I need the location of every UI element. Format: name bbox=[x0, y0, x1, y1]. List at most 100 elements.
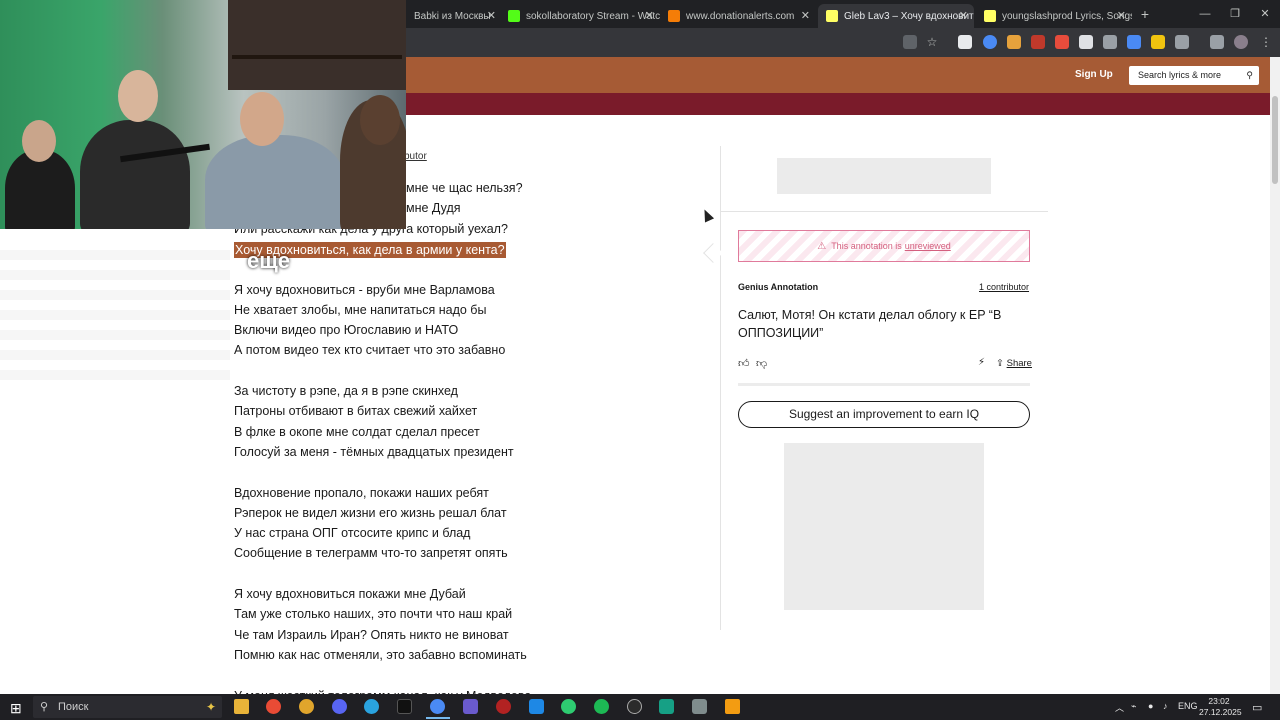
extension-icon-5[interactable] bbox=[1055, 35, 1069, 49]
app-icon-teal[interactable] bbox=[659, 699, 674, 714]
flash-icon[interactable]: ⚡︎ bbox=[978, 357, 985, 368]
extension-icon-6[interactable] bbox=[1079, 35, 1093, 49]
suggest-improvement-button[interactable]: Suggest an improvement to earn IQ bbox=[738, 401, 1030, 428]
camera-extension-icon[interactable] bbox=[1103, 35, 1117, 49]
downvote-icon[interactable]: 👎︎ bbox=[756, 357, 767, 370]
extensions-puzzle-icon[interactable] bbox=[1175, 35, 1189, 49]
lyric-line: Не хватает злобы, мне напитаться надо бы bbox=[234, 302, 487, 317]
app-icon-green[interactable] bbox=[561, 699, 576, 714]
vscode-icon[interactable] bbox=[529, 699, 544, 714]
file-explorer-icon[interactable] bbox=[234, 699, 249, 714]
new-tab-button[interactable]: + bbox=[1137, 4, 1153, 24]
extension-icon-1[interactable] bbox=[958, 35, 972, 49]
app-icon-gray[interactable] bbox=[692, 699, 707, 714]
ad-placeholder-bottom bbox=[784, 443, 984, 610]
tab-close-icon[interactable]: ✕ bbox=[801, 9, 810, 22]
discord-icon[interactable] bbox=[332, 699, 347, 714]
window-close-button[interactable]: ✕ bbox=[1250, 4, 1280, 24]
app-icon-purple[interactable] bbox=[463, 699, 478, 714]
extension-icon-7[interactable] bbox=[1127, 35, 1141, 49]
telegram-icon[interactable] bbox=[364, 699, 379, 714]
search-input[interactable]: Search lyrics & more ⚲ bbox=[1129, 66, 1259, 85]
taskbar-search-label: Поиск bbox=[58, 701, 89, 713]
warning-icon: ⚠ bbox=[817, 240, 827, 252]
unreviewed-link[interactable]: unreviewed bbox=[905, 241, 951, 251]
webcam-face-3 bbox=[240, 92, 284, 146]
share-label: Share bbox=[1006, 358, 1032, 369]
overlay-caption: еще bbox=[247, 248, 291, 273]
tab-close-icon[interactable]: ✕ bbox=[645, 9, 654, 22]
webcam-face-1 bbox=[22, 120, 56, 162]
mouse-cursor bbox=[699, 207, 715, 223]
tray-mic-icon[interactable]: ● bbox=[1148, 701, 1153, 711]
ad-placeholder-top bbox=[777, 158, 991, 194]
extension-icon-3[interactable] bbox=[1007, 35, 1021, 49]
spotify-icon[interactable] bbox=[594, 699, 609, 714]
notification-icon[interactable]: ▭ bbox=[1252, 701, 1262, 714]
minimize-button[interactable]: — bbox=[1190, 4, 1220, 24]
tab-close-icon[interactable]: ✕ bbox=[1117, 9, 1126, 22]
lyric-line: Че там Израиль Иран? Опять никто не вино… bbox=[234, 627, 509, 642]
browser-menu-icon[interactable]: ⋮ bbox=[1259, 35, 1273, 49]
translate-icon[interactable] bbox=[903, 35, 917, 49]
tray-language[interactable]: ENG bbox=[1178, 701, 1198, 711]
annotation-separator bbox=[738, 383, 1030, 386]
taskbar-clock[interactable]: 23:02 27.12.2025 bbox=[1199, 696, 1242, 718]
share-button[interactable]: ⇪ Share bbox=[996, 358, 1032, 369]
lyric-line: Голосуй за меня - тёмных двадцатых прези… bbox=[234, 444, 514, 459]
tab-favicon-icon bbox=[984, 10, 996, 22]
taskbar-search[interactable]: ⚲ Поиск ✦ bbox=[33, 696, 222, 718]
media-control-icon[interactable] bbox=[1210, 35, 1224, 49]
browser-tab[interactable]: Gleb Lav3 – Хочу вдохновиться✕ bbox=[818, 4, 974, 28]
chrome-icon-active[interactable] bbox=[430, 699, 445, 714]
lyric-line: А потом видео тех кто считает что это за… bbox=[234, 343, 506, 358]
browser-tab[interactable]: Babki из Москвы ✕ bbox=[406, 4, 502, 28]
chrome-icon-1[interactable] bbox=[299, 699, 314, 714]
windows-start-icon[interactable]: ⊞ bbox=[10, 700, 22, 717]
vlc-icon[interactable] bbox=[725, 699, 740, 714]
lyric-line: Включи видео про Югославию и НАТО bbox=[234, 323, 459, 338]
extension-icon-4[interactable] bbox=[1031, 35, 1045, 49]
lyric-line: В флке в окопе мне солдат сделал пресет bbox=[234, 424, 480, 439]
restore-button[interactable]: ❐ bbox=[1220, 4, 1250, 24]
tab-close-icon[interactable]: ✕ bbox=[959, 9, 968, 22]
tab-title: Babki из Москвы bbox=[414, 10, 491, 22]
annotation-contributors-link[interactable]: 1 contributor bbox=[979, 282, 1029, 292]
sign-up-link[interactable]: Sign Up bbox=[1075, 69, 1113, 80]
extension-icon-2[interactable] bbox=[983, 35, 997, 49]
contributor-link[interactable]: butor bbox=[404, 151, 427, 162]
webcam-face-2 bbox=[118, 70, 158, 122]
browser-tab[interactable]: www.donationalerts.com ✕ bbox=[660, 4, 816, 28]
app-icon-dark[interactable] bbox=[397, 699, 412, 714]
search-icon: ⚲ bbox=[1246, 70, 1253, 80]
lyric-line: Вдохновение пропало, покажи наших ребят bbox=[234, 485, 489, 500]
lyric-line: За чистоту в рэпе, да я в рэпе скинхед bbox=[234, 384, 458, 398]
clock-date: 27.12.2025 bbox=[1199, 707, 1242, 717]
browser-tab[interactable]: youngslashprod Lyrics, Songs, a ✕ bbox=[976, 4, 1132, 28]
overlay-ghost-text bbox=[0, 250, 230, 380]
upvote-icon[interactable]: 👍︎ bbox=[738, 357, 750, 370]
tray-chevron-icon[interactable]: ︿ bbox=[1115, 701, 1124, 714]
tray-volume-icon[interactable]: ♪ bbox=[1163, 701, 1168, 711]
annotation-label: Genius Annotation bbox=[738, 282, 819, 292]
webcam-person-2 bbox=[80, 120, 190, 229]
yandex-browser-icon[interactable] bbox=[266, 699, 281, 714]
bookmark-star-icon[interactable]: ☆ bbox=[925, 35, 939, 49]
tab-favicon-icon bbox=[668, 10, 680, 22]
scrollbar-thumb[interactable] bbox=[1272, 96, 1278, 184]
tray-network-icon[interactable]: ⌁ bbox=[1131, 701, 1136, 712]
lyric-line: Я хочу вдохновиться покажи мне Дубай bbox=[234, 587, 466, 601]
browser-tab[interactable]: sokollaboratory Stream - Watch ✕ bbox=[500, 4, 660, 28]
annotation-divider bbox=[720, 211, 1048, 212]
lyric-line: У нас страна ОПГ отсосите крипс и блад bbox=[234, 526, 471, 541]
webcam-shelf bbox=[232, 55, 402, 59]
tab-title: www.donationalerts.com bbox=[686, 10, 795, 22]
copilot-sparkle-icon: ✦ bbox=[205, 700, 216, 714]
extension-icon-8[interactable] bbox=[1151, 35, 1165, 49]
profile-avatar[interactable] bbox=[1234, 35, 1248, 49]
lyric-line: Рэперок не видел жизни его жизнь решал б… bbox=[234, 505, 507, 520]
tab-close-icon[interactable]: ✕ bbox=[487, 9, 496, 22]
clock-time: 23:02 bbox=[1208, 696, 1230, 706]
obs-icon[interactable] bbox=[627, 699, 642, 714]
app-icon-red[interactable] bbox=[496, 699, 511, 714]
